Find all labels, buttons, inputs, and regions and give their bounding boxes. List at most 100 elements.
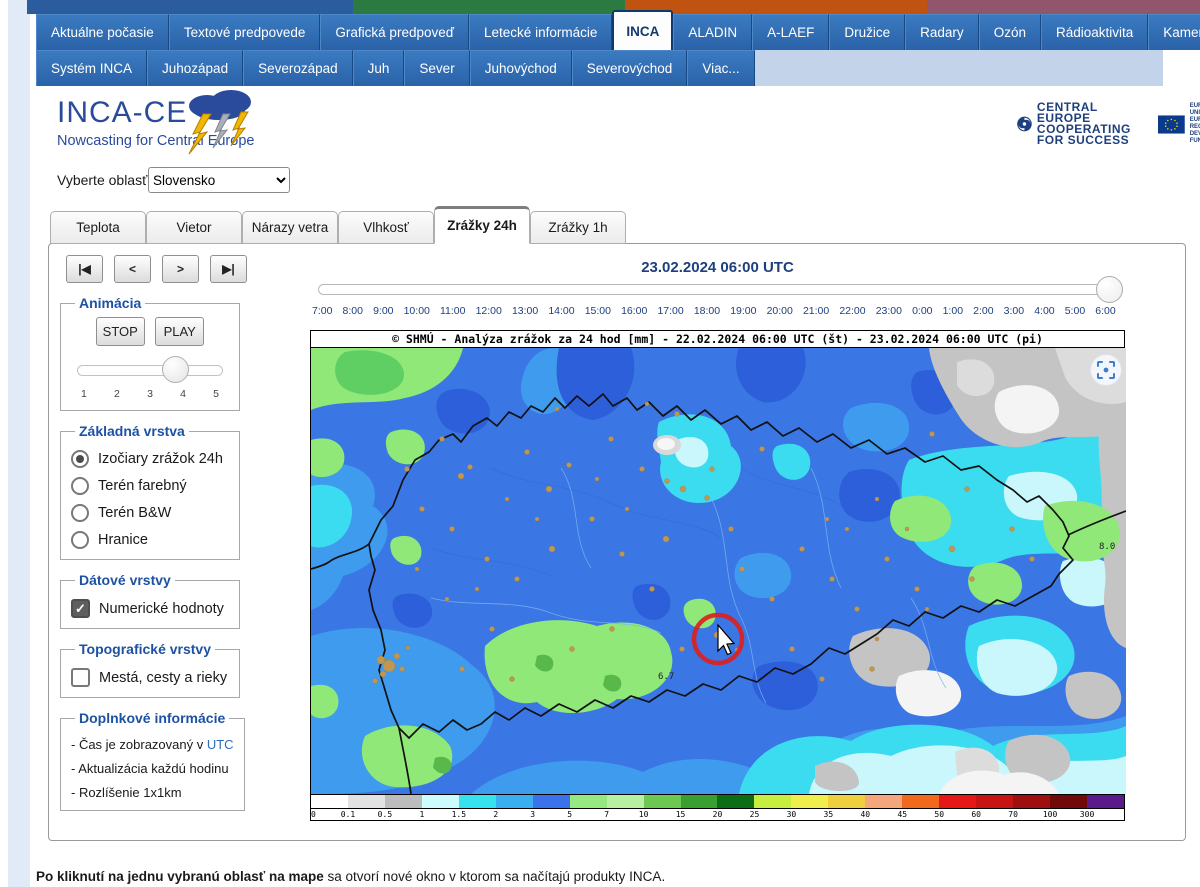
page-left-margin-strip <box>8 0 30 887</box>
nav-tab-dru-ice[interactable]: Družice <box>829 14 905 50</box>
previous-frame-button[interactable]: < <box>114 255 151 283</box>
time-label-16-00: 16:00 <box>621 305 647 317</box>
topo-layers-fieldset: Topografické vrstvy Mestá, cesty a rieky <box>60 641 240 698</box>
first-frame-button[interactable]: |◀ <box>66 255 103 283</box>
radio-label-hranice[interactable]: Hranice <box>98 532 148 548</box>
subnav-tab-severov-chod[interactable]: Severovýchod <box>572 50 688 86</box>
subnav-tab-juh[interactable]: Juh <box>353 50 405 86</box>
radio-izo-iary-zr-ok-24h[interactable] <box>71 450 89 468</box>
banner-segment-purple[interactable] <box>927 0 1200 14</box>
radio-label-ter-n-b-w[interactable]: Terén B&W <box>98 505 171 521</box>
radio-option-hranice[interactable]: Hranice <box>71 531 229 549</box>
radio-hranice[interactable] <box>71 531 89 549</box>
product-tab-zr-ky-24h[interactable]: Zrážky 24h <box>434 206 530 244</box>
subnav-tab-sever[interactable]: Sever <box>404 50 469 86</box>
scale-value-35: 35 <box>824 810 834 819</box>
radio-option-izo-iary-zr-ok-24h[interactable]: Izočiary zrážok 24h <box>71 450 229 468</box>
animation-slider-handle[interactable] <box>162 356 189 383</box>
time-label-15-00: 15:00 <box>585 305 611 317</box>
topo-layer-options: Mestá, cesty a rieky <box>69 668 231 687</box>
radio-ter-n-b-w[interactable] <box>71 504 89 522</box>
product-tab-vlhkos[interactable]: Vlhkosť <box>338 211 434 244</box>
scale-segment-40 <box>865 795 902 808</box>
next-frame-button[interactable]: > <box>162 255 199 283</box>
checkbox-label-numerick-hodnoty[interactable]: Numerické hodnoty <box>99 601 224 617</box>
subnav-tab-severoz-pad[interactable]: Severozápad <box>243 50 353 86</box>
checkbox-option-numerick-hodnoty[interactable]: ✓ Numerické hodnoty <box>71 599 229 618</box>
radio-label-ter-n-farebn[interactable]: Terén farebný <box>98 478 187 494</box>
time-label-14-00: 14:00 <box>548 305 574 317</box>
nav-tab-aladin[interactable]: ALADIN <box>673 14 752 50</box>
scale-value-15: 15 <box>676 810 686 819</box>
scale-value-0: 0 <box>311 810 316 819</box>
stop-button[interactable]: STOP <box>96 317 145 346</box>
checkbox-mest-cesty-a-rieky[interactable] <box>71 668 90 687</box>
product-tab-zr-ky-1h[interactable]: Zrážky 1h <box>530 211 626 244</box>
base-layer-options: Izočiary zrážok 24h Terén farebný Terén B&… <box>69 450 231 549</box>
scale-segment-1 <box>422 795 459 808</box>
timeline-slider-handle[interactable] <box>1096 276 1123 303</box>
utc-link[interactable]: UTC <box>207 737 234 752</box>
checkbox-option-mest-cesty-a-rieky[interactable]: Mestá, cesty a rieky <box>71 668 229 687</box>
scale-value-20: 20 <box>713 810 723 819</box>
play-button[interactable]: PLAY <box>155 317 204 346</box>
nav-tab-kamery[interactable]: Kamery <box>1148 14 1200 50</box>
checkbox-numerick-hodnoty[interactable]: ✓ <box>71 599 90 618</box>
scale-segment-45 <box>902 795 939 808</box>
timeline-slider-track[interactable] <box>318 284 1118 295</box>
scale-value-300: 300 <box>1080 810 1094 819</box>
product-tabs: TeplotaVietorNárazy vetraVlhkosťZrážky 2… <box>50 206 626 244</box>
scale-value-1: 1 <box>419 810 424 819</box>
animation-slider-track[interactable] <box>77 365 223 376</box>
scale-value-50: 50 <box>934 810 944 819</box>
nav-tab-textov-predpovede[interactable]: Textové predpovede <box>169 14 321 50</box>
nav-tab-radary[interactable]: Radary <box>905 14 979 50</box>
nav-tab-a-laef[interactable]: A-LAEF <box>752 14 829 50</box>
radio-option-ter-n-farebn[interactable]: Terén farebný <box>71 477 229 495</box>
banner-segment-blue[interactable] <box>27 0 353 14</box>
speed-tick-1: 1 <box>81 388 87 400</box>
time-label-23-00: 23:00 <box>876 305 902 317</box>
info-lines: - Čas je zobrazovaný v UTC- Aktualizácia… <box>69 737 236 800</box>
radio-ter-n-farebn[interactable] <box>71 477 89 495</box>
nav-tab-oz-n[interactable]: Ozón <box>979 14 1041 50</box>
product-tab-n-razy-vetra[interactable]: Nárazy vetra <box>242 211 338 244</box>
precipitation-map-canvas[interactable]: 6.78.0 <box>311 348 1126 794</box>
nav-tab-aktu-lne-po-asie[interactable]: Aktuálne počasie <box>36 14 169 50</box>
precipitation-map: © SHMÚ - Analýza zrážok za 24 hod [mm] -… <box>310 330 1125 821</box>
scale-segment-7 <box>607 795 644 808</box>
base-layer-legend: Základná vrstva <box>75 423 189 439</box>
eu-logo: EUROPEAN UNIONEUROPEAN REGIONALDEVELOPME… <box>1158 103 1200 145</box>
nav-tab-inca[interactable]: INCA <box>612 10 673 50</box>
animation-speed-ticks: 12345 <box>69 388 231 400</box>
nav-tab-leteck-inform-cie[interactable]: Letecké informácie <box>469 14 612 50</box>
banner-segment-green[interactable] <box>353 0 625 14</box>
current-frame-datetime: 23.02.2024 06:00 UTC <box>310 259 1125 276</box>
scale-value-0.1: 0.1 <box>341 810 355 819</box>
scale-value-2: 2 <box>493 810 498 819</box>
subnav-tab-viac[interactable]: Viac... <box>687 50 754 86</box>
last-frame-button[interactable]: ▶| <box>210 255 247 283</box>
partner-logos: CENTRAL EUROPE COOPERATING FOR SUCCESS E… <box>1016 102 1200 146</box>
radio-option-ter-n-b-w[interactable]: Terén B&W <box>71 504 229 522</box>
product-tab-vietor[interactable]: Vietor <box>146 211 242 244</box>
subnav-tab-syst-m-inca[interactable]: Systém INCA <box>36 50 147 86</box>
frame-nav-buttons: |◀ < > ▶| <box>66 255 250 283</box>
subnav-tab-juhoz-pad[interactable]: Juhozápad <box>147 50 243 86</box>
scale-segment-3 <box>533 795 570 808</box>
scale-segment-25 <box>754 795 791 808</box>
checkbox-label-mest-cesty-a-rieky[interactable]: Mestá, cesty a rieky <box>99 670 227 686</box>
nav-tab-grafick-predpove[interactable]: Grafická predpoveď <box>320 14 469 50</box>
secondary-nav: Systém INCAJuhozápadSeverozápadJuhSeverJ… <box>36 50 1163 86</box>
nav-tab-r-dioaktivita[interactable]: Rádioaktivita <box>1041 14 1148 50</box>
fullscreen-icon[interactable] <box>1091 355 1122 386</box>
time-label-17-00: 17:00 <box>657 305 683 317</box>
product-tab-teplota[interactable]: Teplota <box>50 211 146 244</box>
speed-tick-5: 5 <box>213 388 219 400</box>
eu-flag-icon <box>1158 113 1185 136</box>
radio-label-izo-iary-zr-ok-24h[interactable]: Izočiary zrážok 24h <box>98 451 223 467</box>
animation-speed-slider[interactable] <box>73 356 227 384</box>
animation-legend: Animácia <box>75 295 145 311</box>
subnav-tab-juhov-chod[interactable]: Juhovýchod <box>470 50 572 86</box>
region-select[interactable]: Slovensko <box>148 167 290 193</box>
